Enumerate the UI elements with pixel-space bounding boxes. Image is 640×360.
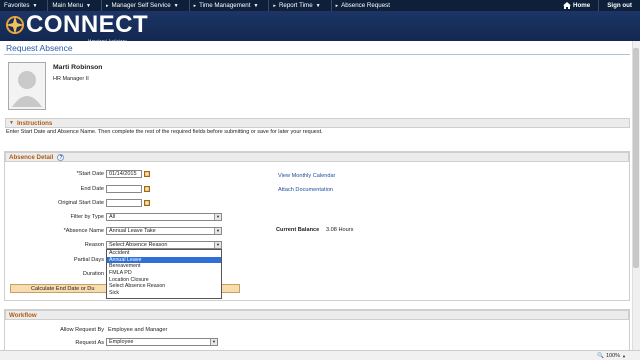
absence-detail-title: Absence Detail [9, 153, 54, 161]
request-as-select[interactable]: Employee ▼ [106, 338, 218, 346]
logo-text: CONNECT [26, 11, 149, 38]
chevron-down-icon: ▼ [214, 214, 221, 220]
partial-days-label: Partial Days [73, 257, 104, 263]
reason-option[interactable]: Annual Leave [107, 256, 221, 264]
workflow-header: Workflow [5, 310, 629, 320]
top-nav: Favorites ▼ Main Menu ▼ ▸ Manager Self Serv… [0, 0, 640, 11]
home-icon [563, 2, 572, 9]
current-balance-label: Current Balance [276, 227, 320, 233]
absence-name-label: *Absence Name [63, 228, 104, 234]
nav-report-time[interactable]: ▸ Report Time ▼ [269, 0, 332, 11]
allow-request-by-label: Allow Request By [60, 327, 104, 333]
sign-out-link[interactable]: Sign out [598, 0, 640, 11]
person-placeholder-icon [12, 71, 42, 107]
instructions-text: Enter Start Date and Absence Name. Then … [6, 129, 323, 135]
original-start-date-label: Original Start Date [57, 200, 104, 206]
nav-time-management[interactable]: ▸ Time Management ▼ [190, 0, 270, 11]
caret-down-icon: ▼ [86, 2, 91, 9]
logo-star-icon [6, 16, 24, 34]
chevron-down-icon: ▼ [214, 242, 221, 248]
current-balance-value: 3.08 Hours [326, 227, 354, 233]
connect-logo: CONNECT [4, 13, 148, 37]
absence-name-value: Annual Leave Take [109, 228, 156, 234]
reason-option[interactable]: FMLA PD [107, 270, 221, 277]
scrollbar-thumb[interactable] [633, 48, 639, 268]
employee-photo [8, 62, 46, 110]
calendar-icon[interactable]: ▦ [144, 186, 150, 192]
reason-option[interactable]: Select Absence Reason [107, 283, 221, 290]
reason-value: Select Absence Reason [109, 242, 168, 248]
instructions-header[interactable]: ▼ Instructions [5, 118, 630, 128]
nav-manager-self-service[interactable]: ▸ Manager Self Service ▼ [102, 0, 190, 11]
caret-right-icon: ▸ [335, 2, 339, 9]
duration-label: Duration [82, 271, 104, 277]
request-as-label: Request As [75, 340, 104, 346]
divider [4, 54, 630, 55]
filter-by-type-select[interactable]: All ▼ [106, 213, 222, 221]
original-start-date-input[interactable] [106, 199, 142, 207]
request-as-value: Employee [109, 339, 134, 345]
page-title: Request Absence [6, 43, 73, 53]
caret-down-icon: ▼ [253, 2, 259, 9]
reason-label: Reason [84, 242, 104, 248]
start-date-label: *Start Date [76, 171, 104, 177]
reason-option[interactable]: Accident [107, 250, 221, 257]
home-link[interactable]: Home [555, 2, 598, 9]
absence-detail-header: Absence Detail ? [5, 152, 629, 162]
status-bar: 🔍 100% ▼ [0, 350, 640, 360]
reason-dropdown-list[interactable]: Accident Annual Leave Bereavement FMLA PD Lo… [106, 249, 222, 299]
sign-out-label: Sign out [607, 2, 632, 9]
attach-documentation-link[interactable]: Attach Documentation [278, 187, 333, 193]
employee-title: HR Manager II [53, 76, 89, 82]
calendar-icon[interactable]: ▦ [144, 171, 150, 177]
workflow-title: Workflow [9, 311, 37, 319]
nav-tm-label: Time Management [199, 2, 251, 9]
nav-rt-label: Report Time [278, 2, 313, 9]
absence-name-select[interactable]: Annual Leave Take ▼ [106, 227, 222, 235]
caret-right-icon: ▸ [273, 2, 276, 9]
start-date-input[interactable]: 01/14/2015 [106, 170, 142, 178]
nav-mss-label: Manager Self Service [111, 2, 171, 9]
calendar-icon[interactable]: ▦ [144, 200, 150, 206]
nav-ar-label: Absence Request [341, 2, 390, 9]
chevron-down-icon: ▼ [210, 339, 217, 345]
zoom-icon: 🔍 [597, 353, 604, 359]
reason-option[interactable]: Sick [107, 290, 221, 297]
nav-main-menu-label: Main Menu [52, 2, 84, 9]
nav-favorites[interactable]: Favorites ▼ [0, 0, 49, 11]
end-date-input[interactable] [106, 185, 142, 193]
employee-name: Marti Robinson [53, 64, 103, 71]
caret-down-icon: ▼ [173, 2, 179, 9]
zoom-level: 100% [605, 353, 621, 359]
allow-request-by-value: Employee and Manager [108, 327, 168, 333]
caret-right-icon: ▸ [105, 2, 109, 9]
calc-button-label: Calculate End Date or Du [31, 286, 95, 292]
nav-favorites-label: Favorites [4, 2, 30, 9]
caret-right-icon: ▸ [193, 2, 197, 9]
reason-option[interactable]: Bereavement [107, 263, 221, 270]
filter-by-type-label: Filter by Type [70, 214, 104, 220]
home-label: Home [573, 2, 591, 9]
reason-select[interactable]: Select Absence Reason ▼ [106, 241, 222, 249]
filter-by-type-value: All [109, 214, 116, 220]
reason-option[interactable]: Location Closure [107, 277, 221, 284]
zoom-control[interactable]: 🔍 100% ▼ [597, 353, 626, 359]
collapse-triangle-icon: ▼ [9, 120, 14, 126]
end-date-label: End Date [80, 186, 104, 192]
instructions-title: Instructions [16, 119, 53, 127]
nav-absence-request[interactable]: ▸ Absence Request [332, 0, 400, 11]
logo-subtitle: Maryland Judiciary [88, 38, 127, 43]
caret-down-icon: ▼ [315, 2, 321, 9]
nav-main-menu[interactable]: Main Menu ▼ [48, 0, 102, 11]
view-monthly-calendar-link[interactable]: View Monthly Calendar [278, 173, 335, 179]
help-icon[interactable]: ? [57, 153, 65, 161]
chevron-down-icon: ▼ [622, 353, 626, 359]
caret-down-icon: ▼ [32, 2, 38, 9]
chevron-down-icon: ▼ [214, 228, 221, 234]
